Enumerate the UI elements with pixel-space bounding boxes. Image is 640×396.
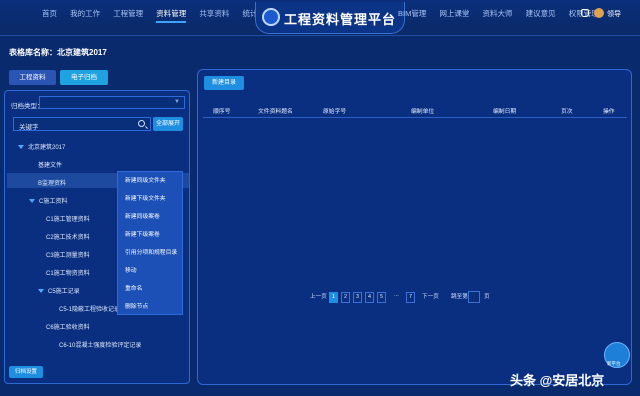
archive-type-select[interactable]: ▼	[39, 96, 185, 109]
nav-project-management[interactable]: 工程管理	[113, 8, 143, 19]
file-list-panel: 新建目录 顺序号 文件资料题名 原始字号 编制单位 编制日期 页次 操作	[197, 69, 632, 385]
new-directory-button[interactable]: 新建目录	[204, 76, 244, 90]
menu-new-child-volume[interactable]: 新建下级案卷	[118, 226, 182, 244]
tree-node[interactable]: C2施工技术资料	[46, 232, 90, 241]
col-original-number: 原始字号	[323, 109, 347, 115]
tree-node-label: 北京建筑2017	[28, 145, 66, 151]
main-nav-right: BIM管理 网上课堂 资料大师 建议意见 权限管理	[398, 8, 610, 19]
next-page-button[interactable]: 下一页	[422, 292, 439, 300]
bell-icon[interactable]	[581, 9, 589, 17]
goto-suffix: 页	[484, 294, 490, 300]
page-button[interactable]: 3	[353, 292, 362, 303]
page-button[interactable]: 2	[341, 292, 350, 303]
tree-node[interactable]: 基建文件	[38, 160, 62, 169]
nav-shared-data[interactable]: 共享资料	[199, 8, 229, 19]
page-button[interactable]: 5	[377, 292, 386, 303]
tree-node[interactable]: C5施工记录	[38, 286, 80, 295]
col-compiling-unit: 编制单位	[411, 109, 435, 115]
page-button[interactable]: 4	[365, 292, 374, 303]
archive-settings-button[interactable]: 归档设置	[9, 366, 43, 378]
tab-engineering-data[interactable]: 工程资料	[9, 70, 56, 85]
tree-context-menu: 新建同级文件夹 新建下级文件夹 新建同级案卷 新建下级案卷 引用分项和规程目录 …	[117, 171, 183, 315]
col-compile-date: 编制日期	[493, 109, 517, 115]
user-name[interactable]: 领导	[607, 9, 621, 19]
menu-delete-node[interactable]: 删除节点	[118, 298, 182, 316]
col-file-title: 文件资料题名	[258, 109, 293, 115]
nav-bim[interactable]: BIM管理	[398, 8, 426, 19]
caret-down-icon	[29, 199, 35, 204]
goto-prefix: 跳至第	[451, 294, 468, 300]
tree-node[interactable]: C6-10混凝土强度检验评定记录	[59, 340, 141, 349]
nav-my-work[interactable]: 我的工作	[70, 8, 100, 19]
menu-rename[interactable]: 重命名	[118, 280, 182, 298]
caret-down-icon	[18, 145, 24, 150]
menu-new-sibling-volume[interactable]: 新建同级案卷	[118, 208, 182, 226]
keyword-search-input[interactable]: 关键字	[13, 117, 151, 131]
tree-node-label: C5施工记录	[48, 289, 80, 295]
caret-down-icon	[38, 289, 44, 294]
nav-home[interactable]: 首页	[42, 8, 57, 19]
goto-page-input[interactable]	[468, 291, 480, 303]
app-title: 工程资料管理平台	[284, 12, 397, 27]
menu-reference-catalog[interactable]: 引用分项和规程目录	[118, 244, 182, 262]
keyword-placeholder: 关键字	[19, 124, 39, 131]
tree-node[interactable]: C5-1隐蔽工程验收记录	[59, 304, 120, 313]
menu-new-sibling-folder[interactable]: 新建同级文件夹	[118, 172, 182, 190]
prev-page-button[interactable]: 上一页	[310, 292, 327, 300]
menu-move[interactable]: 移动	[118, 262, 182, 280]
app-title-plate: 工程资料管理平台	[255, 2, 405, 34]
platform-logo-icon	[262, 8, 280, 26]
tree-node-label: C施工资料	[39, 199, 68, 205]
tree-node[interactable]: C施工资料	[29, 196, 67, 205]
tree-node[interactable]: C3施工测量资料	[46, 250, 90, 259]
chevron-down-icon: ▼	[174, 99, 180, 105]
new-platform-label: 新平台	[607, 361, 621, 366]
nav-online-class[interactable]: 网上课堂	[439, 8, 469, 19]
tree-node[interactable]: B监理资料	[38, 178, 66, 187]
top-navigation-bar: 首页 我的工作 工程管理 资料管理 共享资料 统计分析 工程资料管理平台 BIM…	[0, 0, 640, 36]
main-nav-left: 首页 我的工作 工程管理 资料管理 共享资料 统计分析	[42, 8, 283, 23]
expand-all-button[interactable]: 全部展开	[153, 117, 183, 131]
tree-node[interactable]: C1施工物资资料	[46, 268, 90, 277]
nav-suggestions[interactable]: 建议意见	[526, 8, 556, 19]
page-ellipsis: ...	[394, 292, 399, 298]
avatar[interactable]	[594, 8, 604, 18]
page-button[interactable]: 1	[329, 292, 338, 303]
tab-electronic-archive[interactable]: 电子归档	[60, 70, 108, 85]
nav-data-master[interactable]: 资料大师	[483, 8, 513, 19]
menu-new-child-folder[interactable]: 新建下级文件夹	[118, 190, 182, 208]
col-page: 页次	[561, 109, 573, 115]
col-actions: 操作	[603, 109, 615, 115]
search-icon[interactable]	[138, 120, 145, 127]
watermark: 头条 @安居北京	[510, 373, 605, 388]
form-library-name: 表格库名称：北京建筑2017	[9, 48, 107, 57]
nav-data-management[interactable]: 资料管理	[156, 8, 187, 23]
table-header: 顺序号 文件资料题名 原始字号 编制单位 编制日期 页次 操作	[203, 102, 627, 118]
tree-node[interactable]: 北京建筑2017	[18, 142, 65, 151]
tree-node[interactable]: C1施工管理资料	[46, 214, 90, 223]
page-button[interactable]: 7	[406, 292, 415, 303]
tree-node[interactable]: C6施工验收资料	[46, 322, 90, 331]
col-sequence: 顺序号	[213, 109, 231, 115]
